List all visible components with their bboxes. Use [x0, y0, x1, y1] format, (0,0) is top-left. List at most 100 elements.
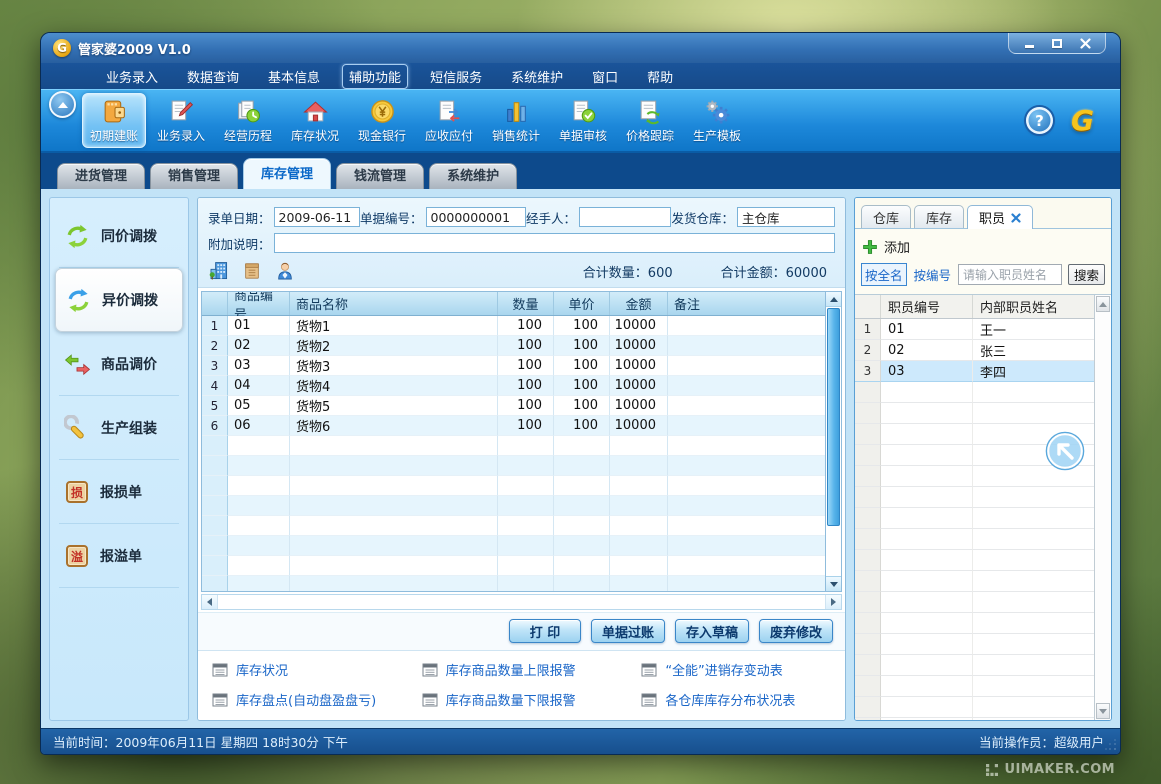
tab-item[interactable]: 钱流管理: [336, 163, 424, 189]
sidebar-item[interactable]: 商品调价: [55, 332, 183, 396]
menu-item[interactable]: 帮助: [640, 64, 680, 89]
employee-row[interactable]: [855, 718, 1094, 720]
action-button[interactable]: 废弃修改: [759, 619, 833, 643]
scroll-down-button[interactable]: [826, 576, 841, 591]
report-link[interactable]: 库存商品数量上限报警: [422, 660, 642, 679]
table-row[interactable]: [202, 556, 825, 576]
table-row[interactable]: 606货物610010010000: [202, 416, 825, 436]
filter-by-name[interactable]: 按全名: [861, 263, 907, 286]
warehouse-building-icon[interactable]: [208, 260, 230, 282]
action-button[interactable]: 打 印: [509, 619, 581, 643]
employee-row[interactable]: [855, 424, 1094, 445]
scroll-down-button[interactable]: [1096, 703, 1110, 719]
toolbar-button[interactable]: 初期建账: [82, 93, 146, 148]
note-input[interactable]: [274, 233, 835, 253]
minimize-button[interactable]: [1016, 35, 1042, 52]
sidebar-item[interactable]: 异价调拨: [55, 268, 183, 332]
collapse-toolbar-button[interactable]: [49, 91, 76, 118]
filter-by-code[interactable]: 按编号: [913, 264, 953, 285]
table-row[interactable]: 101货物110010010000: [202, 316, 825, 336]
table-row[interactable]: [202, 576, 825, 592]
menu-item[interactable]: 短信服务: [423, 64, 489, 89]
menu-item[interactable]: 业务录入: [99, 64, 165, 89]
table-row[interactable]: [202, 456, 825, 476]
employee-row[interactable]: [855, 571, 1094, 592]
employee-row[interactable]: [855, 382, 1094, 403]
menu-item[interactable]: 系统维护: [504, 64, 570, 89]
tab-item[interactable]: 销售管理: [150, 163, 238, 189]
toolbar-button[interactable]: 销售统计: [484, 93, 548, 148]
tab-close-icon[interactable]: [1011, 213, 1021, 223]
help-icon[interactable]: ?: [1026, 107, 1053, 134]
table-row[interactable]: 505货物510010010000: [202, 396, 825, 416]
employee-row[interactable]: [855, 508, 1094, 529]
scroll-up-button[interactable]: [826, 292, 841, 307]
employee-row[interactable]: [855, 529, 1094, 550]
employee-row[interactable]: [855, 487, 1094, 508]
employee-row[interactable]: 303李四: [855, 361, 1094, 382]
close-button[interactable]: [1072, 35, 1098, 52]
table-row[interactable]: [202, 536, 825, 556]
menu-item[interactable]: 基本信息: [261, 64, 327, 89]
tab-item[interactable]: 进货管理: [57, 163, 145, 189]
employee-row[interactable]: 202张三: [855, 340, 1094, 361]
search-button[interactable]: 搜索: [1068, 264, 1105, 285]
employee-row[interactable]: [855, 655, 1094, 676]
employee-row[interactable]: [855, 403, 1094, 424]
sidebar-item[interactable]: 同价调拨: [55, 204, 183, 268]
sidebar-item[interactable]: 溢报溢单: [55, 524, 183, 588]
table-row[interactable]: [202, 476, 825, 496]
employee-row[interactable]: [855, 697, 1094, 718]
toolbar-button[interactable]: 价格跟踪: [618, 93, 682, 148]
menu-item[interactable]: 窗口: [585, 64, 625, 89]
report-link[interactable]: 库存盘点(自动盘盈盘亏): [212, 690, 422, 709]
table-row[interactable]: [202, 516, 825, 536]
employee-table-vscrollbar[interactable]: [1094, 295, 1111, 720]
sidebar-item[interactable]: 生产组装: [55, 396, 183, 460]
table-row[interactable]: 404货物410010010000: [202, 376, 825, 396]
scroll-left-button[interactable]: [202, 595, 218, 609]
lookup-tab[interactable]: 职员: [967, 205, 1033, 229]
sidebar-item[interactable]: 损报损单: [55, 460, 183, 524]
toolbar-button[interactable]: 库存状况: [283, 93, 347, 148]
report-link[interactable]: 各仓库库存分布状况表: [641, 690, 841, 709]
tab-active[interactable]: 库存管理: [243, 158, 331, 189]
toolbar-button[interactable]: 生产模板: [685, 93, 749, 148]
menu-item[interactable]: 数据查询: [180, 64, 246, 89]
employee-row[interactable]: [855, 592, 1094, 613]
table-row[interactable]: 303货物310010010000: [202, 356, 825, 376]
field-input[interactable]: [274, 207, 360, 227]
employee-row[interactable]: [855, 634, 1094, 655]
field-input[interactable]: [579, 207, 671, 227]
employee-row[interactable]: [855, 613, 1094, 634]
maximize-button[interactable]: [1044, 35, 1070, 52]
vscroll-thumb[interactable]: [827, 308, 840, 526]
employee-search-input[interactable]: [958, 264, 1062, 285]
tab-item[interactable]: 系统维护: [429, 163, 517, 189]
toolbar-button[interactable]: 业务录入: [149, 93, 213, 148]
table-row[interactable]: 202货物210010010000: [202, 336, 825, 356]
toolbar-button[interactable]: 经营历程: [216, 93, 280, 148]
employee-row[interactable]: [855, 550, 1094, 571]
toolbar-button[interactable]: 应收应付: [417, 93, 481, 148]
toolbar-button[interactable]: 单据审核: [551, 93, 615, 148]
report-link[interactable]: “全能”进销存变动表: [641, 660, 841, 679]
field-input[interactable]: [426, 207, 526, 227]
add-row[interactable]: 添加: [855, 229, 1111, 262]
table-row[interactable]: [202, 496, 825, 516]
lookup-tab[interactable]: 仓库: [861, 205, 911, 228]
employee-row[interactable]: [855, 676, 1094, 697]
report-link[interactable]: 库存状况: [212, 660, 422, 679]
menu-item[interactable]: 辅助功能: [342, 64, 408, 89]
employee-row[interactable]: [855, 445, 1094, 466]
employee-person-icon[interactable]: [274, 260, 296, 282]
employee-row[interactable]: [855, 466, 1094, 487]
scroll-right-button[interactable]: [825, 595, 841, 609]
lookup-tab[interactable]: 库存: [914, 205, 964, 228]
employee-row[interactable]: 101王一: [855, 319, 1094, 340]
table-row[interactable]: [202, 436, 825, 456]
action-button[interactable]: 单据过账: [591, 619, 665, 643]
report-link[interactable]: 库存商品数量下限报警: [422, 690, 642, 709]
field-input[interactable]: [737, 207, 835, 227]
items-table-hscrollbar[interactable]: [201, 594, 842, 610]
